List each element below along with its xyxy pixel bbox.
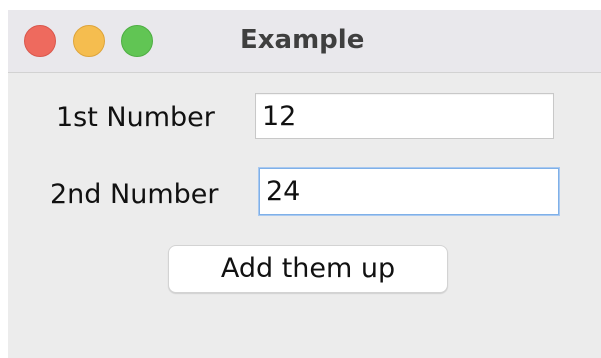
minimize-window-button[interactable] bbox=[73, 25, 105, 57]
first-number-input[interactable] bbox=[255, 93, 554, 139]
first-number-label: 1st Number bbox=[56, 102, 215, 133]
second-number-input[interactable] bbox=[259, 168, 559, 215]
zoom-window-button[interactable] bbox=[121, 25, 153, 57]
window-title: Example bbox=[240, 25, 365, 55]
close-window-button[interactable] bbox=[24, 25, 56, 57]
second-number-label: 2nd Number bbox=[50, 179, 219, 210]
app-window: Example 1st Number 2nd Number Add them u… bbox=[8, 10, 601, 358]
title-bar[interactable]: Example bbox=[8, 10, 601, 73]
add-them-up-button[interactable]: Add them up bbox=[168, 245, 448, 293]
